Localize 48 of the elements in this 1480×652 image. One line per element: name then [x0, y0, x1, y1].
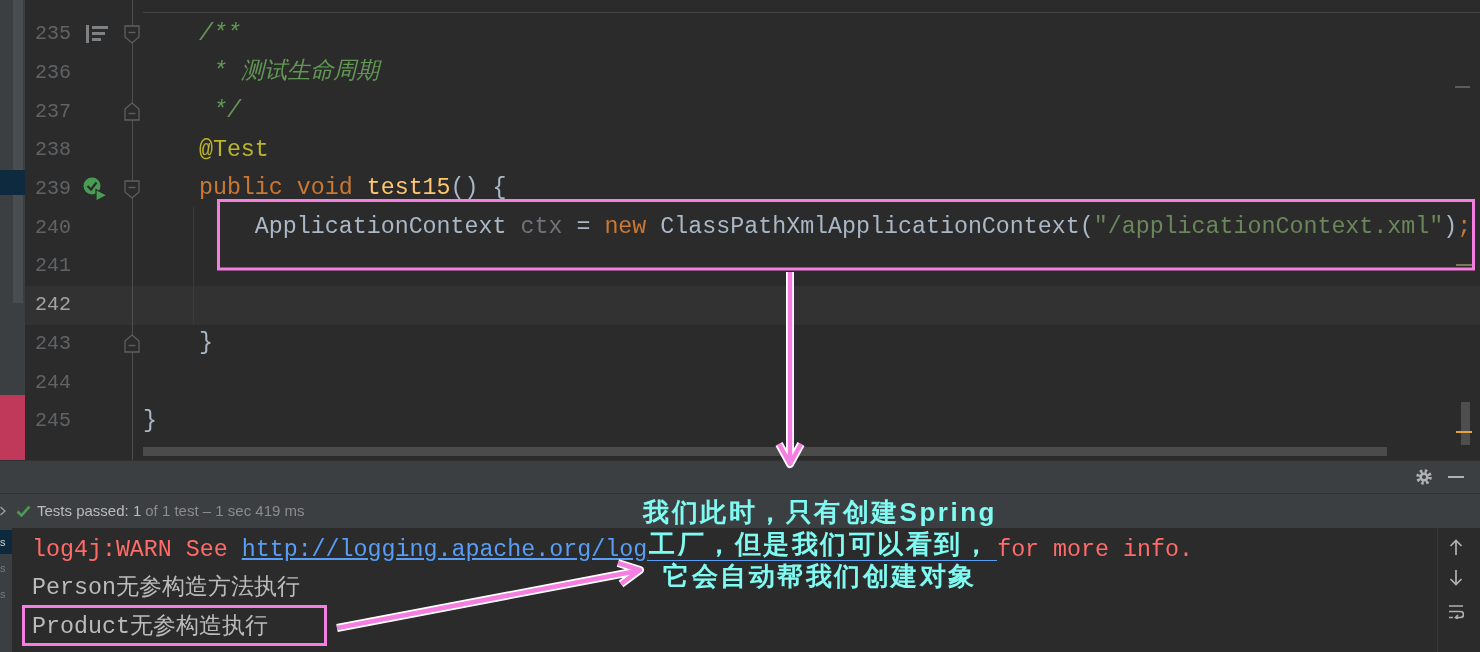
line-number: 240: [35, 217, 71, 238]
annotation-text: 我们此时，只有创建Spring: [643, 499, 997, 525]
stripe-marker[interactable]: [1456, 431, 1472, 433]
settings-icon[interactable]: [1416, 469, 1432, 485]
line-number: 245: [35, 411, 71, 432]
highlight-block: [0, 395, 25, 460]
fold-marker-icon[interactable]: [123, 24, 140, 44]
console-line: for more info.: [997, 538, 1193, 562]
code-line: }: [198, 332, 213, 356]
scrollbar-thumb[interactable]: [13, 0, 23, 303]
line-number: 238: [35, 140, 71, 161]
console-line: log4j:WARN See http://logging.apache.org/log: [32, 538, 648, 562]
annotation-text: 工厂，但是我们可以看到，: [649, 531, 991, 557]
line-number: 242: [35, 295, 71, 316]
code-line: @Test: [198, 138, 269, 163]
console-link[interactable]: http://logging.apache.org/log: [241, 536, 648, 563]
fold-marker-icon[interactable]: [123, 179, 140, 199]
chevron-icon[interactable]: [0, 506, 6, 516]
line-number: 236: [35, 63, 71, 84]
scrollbar-thumb[interactable]: [143, 446, 1387, 456]
stripe-marker[interactable]: [1456, 264, 1472, 266]
annotation-text: 它会自动帮我们创建对象: [663, 563, 977, 589]
line-number: 235: [35, 24, 71, 45]
test-summary: of 1 test – 1 sec 419 ms: [145, 500, 305, 521]
line-number: 237: [35, 101, 71, 122]
line-number: 241: [35, 256, 71, 277]
check-icon: [16, 505, 31, 517]
fold-marker-icon[interactable]: [123, 334, 140, 354]
selected-row-highlight: [0, 170, 25, 195]
code-line: /**: [198, 22, 241, 46]
fold-marker-icon[interactable]: [123, 102, 140, 122]
line-number: 244: [35, 372, 71, 393]
scrollbar-thumb[interactable]: [1461, 402, 1470, 445]
soft-wrap-icon[interactable]: [1448, 604, 1464, 619]
check-play-icon[interactable]: [83, 177, 107, 202]
code-line: ApplicationContext ctx = new ClassPathXmlApplicationContext("/applicationContext.xml");: [254, 216, 1472, 240]
line-number: 243: [35, 333, 71, 354]
up-arrow-icon[interactable]: [1449, 539, 1463, 555]
lines-icon[interactable]: [86, 25, 108, 44]
code-line: public void test15() {: [198, 177, 507, 201]
down-arrow-icon[interactable]: [1449, 570, 1463, 586]
stripe-marker[interactable]: [1455, 86, 1470, 88]
test-status: Tests passed: 1: [37, 500, 142, 521]
console-line: Product无参构造执行: [32, 615, 268, 639]
code-line: }: [143, 409, 157, 433]
line-number: 239: [35, 179, 71, 200]
tree-item[interactable]: s: [0, 530, 12, 554]
code-line: */: [212, 100, 241, 124]
